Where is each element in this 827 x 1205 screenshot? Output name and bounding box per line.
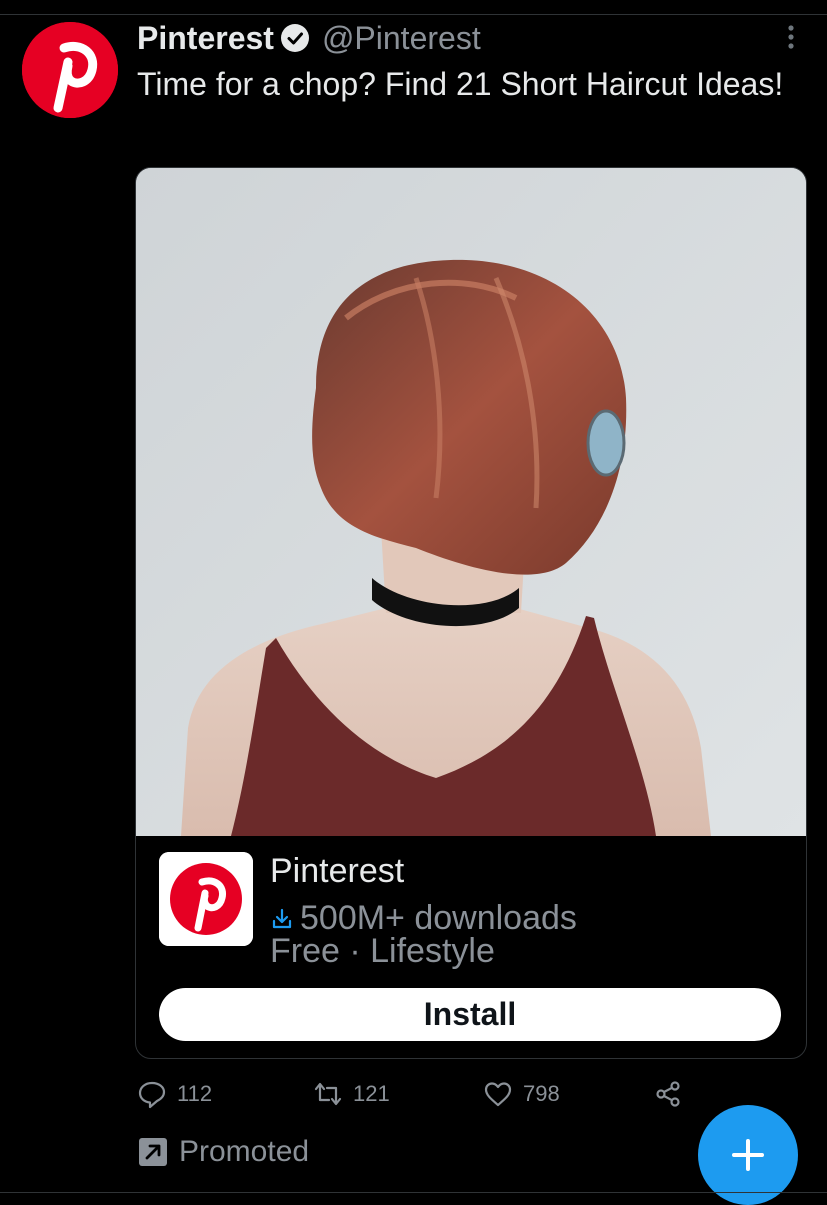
tweet-header: Pinterest @Pinterest xyxy=(137,16,481,60)
pinterest-logo-icon xyxy=(159,852,253,946)
compose-plus-icon xyxy=(732,1139,764,1171)
author-handle[interactable]: @Pinterest xyxy=(322,20,481,57)
share-icon xyxy=(656,1081,680,1107)
reply-count: 112 xyxy=(177,1081,213,1106)
ad-photo[interactable] xyxy=(136,168,806,836)
app-name[interactable]: Pinterest xyxy=(270,852,404,891)
app-card[interactable]: Pinterest 500M+ downloads Free · Lifesty… xyxy=(135,167,807,1059)
share-button[interactable] xyxy=(653,1078,693,1110)
reply-button[interactable]: 112 xyxy=(137,1078,212,1110)
more-options-icon[interactable] xyxy=(780,22,802,52)
promoted-text: Promoted xyxy=(179,1135,310,1168)
app-meta: Free · Lifestyle xyxy=(270,932,495,970)
retweet-count: 121 xyxy=(353,1081,390,1106)
retweet-icon xyxy=(314,1082,342,1106)
heart-icon xyxy=(484,1082,512,1107)
like-button[interactable]: 798 xyxy=(483,1078,560,1110)
retweet-button[interactable]: 121 xyxy=(313,1078,390,1110)
verified-badge-icon xyxy=(280,23,310,53)
avatar[interactable] xyxy=(22,22,118,118)
compose-button[interactable] xyxy=(698,1105,798,1205)
reply-icon xyxy=(138,1081,166,1109)
app-icon[interactable] xyxy=(159,852,253,946)
author-name[interactable]: Pinterest xyxy=(137,20,274,57)
promoted-label[interactable]: Promoted xyxy=(137,1135,309,1169)
install-button[interactable]: Install xyxy=(159,988,781,1041)
top-divider xyxy=(0,14,827,15)
promoted-icon xyxy=(137,1136,169,1168)
tweet-text: Time for a chop? Find 21 Short Haircut I… xyxy=(137,66,784,102)
bottom-divider xyxy=(0,1192,827,1193)
download-icon xyxy=(270,907,294,931)
like-count: 798 xyxy=(523,1081,560,1106)
pinterest-logo-icon xyxy=(22,22,118,118)
